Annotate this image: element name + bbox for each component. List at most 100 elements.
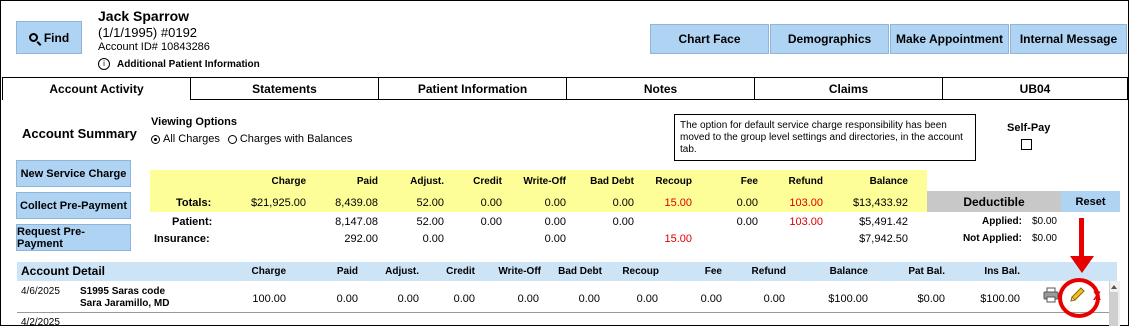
totals-credit: 0.00	[480, 197, 502, 209]
find-button-label: Find	[43, 30, 70, 45]
totals-fee: 0.00	[736, 197, 758, 209]
tab-bar: Account Activity Statements Patient Info…	[2, 77, 1128, 100]
search-icon	[28, 33, 38, 42]
detail-col-bad-debt: Bad Debt	[558, 266, 602, 277]
self-pay-checkbox[interactable]	[1021, 139, 1032, 150]
patient-balance: $5,491.42	[859, 216, 908, 228]
internal-message-button[interactable]: Internal Message	[1010, 24, 1127, 54]
make-appointment-button[interactable]: Make Appointment	[890, 24, 1009, 54]
detail-col-write-off: Write-Off	[498, 266, 541, 277]
detail-col-pat-bal: Pat Bal.	[908, 266, 945, 277]
detail-col-ins-bal: Ins Bal.	[984, 266, 1020, 277]
viewing-options-label: Viewing Options	[151, 116, 237, 128]
patient-bad-debt: 0.00	[612, 216, 634, 228]
totals-label: Totals:	[176, 197, 212, 209]
detail-col-credit: Credit	[446, 266, 475, 277]
detail-row-pat-bal: $0.00	[917, 293, 945, 305]
col-bad-debt: Bad Debt	[590, 176, 634, 187]
tab-notes[interactable]: Notes	[567, 77, 755, 100]
self-pay-label: Self-Pay	[1007, 122, 1051, 134]
detail-row-code[interactable]: S1995 Saras code	[80, 286, 165, 297]
collect-pre-payment-button[interactable]: Collect Pre-Payment	[16, 192, 131, 219]
col-credit: Credit	[473, 176, 502, 187]
detail-row-write-off: 0.00	[517, 293, 539, 305]
detail-row-paid: 0.00	[336, 293, 358, 305]
detail-col-fee: Fee	[704, 266, 722, 277]
col-recoup: Recoup	[655, 176, 692, 187]
new-service-charge-button[interactable]: New Service Charge	[16, 160, 131, 187]
totals-charge: $21,925.00	[250, 197, 306, 209]
col-paid: Paid	[356, 176, 378, 187]
applied-label: Applied:	[982, 216, 1022, 227]
detail-row-date-2: 4/2/2025	[21, 317, 60, 328]
account-detail-title: Account Detail	[21, 264, 106, 278]
patient-row-label: Patient:	[172, 216, 213, 228]
charges-with-balances-label: Charges with Balances	[239, 133, 353, 145]
totals-adjust: 52.00	[416, 197, 444, 209]
col-adjust: Adjust.	[410, 176, 444, 187]
totals-bad-debt: 0.00	[612, 197, 634, 209]
demographics-button[interactable]: Demographics	[770, 24, 889, 54]
row-separator	[17, 312, 1109, 313]
detail-row-date: 4/6/2025	[21, 286, 60, 297]
detail-row-adjust: 0.00	[397, 293, 419, 305]
tab-claims[interactable]: Claims	[755, 77, 943, 100]
tab-statements[interactable]: Statements	[191, 77, 379, 100]
detail-col-paid: Paid	[336, 266, 358, 277]
detail-col-balance: Balance	[829, 266, 868, 277]
totals-balance: $13,433.92	[852, 197, 908, 209]
col-refund: Refund	[788, 176, 823, 187]
detail-row-bad-debt: 0.00	[578, 293, 600, 305]
col-fee: Fee	[740, 176, 758, 187]
totals-write-off: 0.00	[544, 197, 566, 209]
col-balance: Balance	[869, 176, 908, 187]
account-summary-title: Account Summary	[22, 126, 137, 141]
patient-name: Jack Sparrow	[98, 8, 190, 24]
patient-fee: 0.00	[736, 216, 758, 228]
tab-ub04[interactable]: UB04	[943, 77, 1128, 100]
reset-button[interactable]: Reset	[1061, 191, 1120, 212]
detail-row-fee: 0.00	[700, 293, 722, 305]
charges-with-balances-radio[interactable]	[227, 134, 237, 144]
detail-row-balance: $100.00	[828, 293, 868, 305]
col-charge: Charge	[271, 176, 306, 187]
tab-account-activity[interactable]: Account Activity	[2, 77, 191, 100]
responsibility-notice: The option for default service charge re…	[674, 114, 976, 161]
scroll-up-icon[interactable]	[1111, 285, 1117, 289]
deductible-header: Deductible	[927, 191, 1061, 212]
col-write-off: Write-Off	[523, 176, 566, 187]
all-charges-radio[interactable]	[151, 134, 160, 144]
patient-credit: 0.00	[480, 216, 502, 228]
detail-col-charge: Charge	[251, 266, 286, 277]
insurance-adjust: 0.00	[422, 233, 444, 245]
tab-patient-information[interactable]: Patient Information	[379, 77, 567, 100]
find-button[interactable]: Find	[16, 21, 82, 54]
chart-face-button[interactable]: Chart Face	[650, 24, 769, 54]
patient-account-id: Account ID# 10843286	[98, 41, 210, 53]
annotation-arrow-shaft	[1079, 218, 1084, 258]
all-charges-label: All Charges	[163, 133, 220, 145]
not-applied-value: $0.00	[1031, 233, 1057, 244]
detail-row-credit: 0.00	[453, 293, 475, 305]
patient-paid: 8,147.08	[335, 216, 378, 228]
insurance-recoup: 15.00	[664, 233, 692, 245]
insurance-row-label: Insurance:	[154, 233, 210, 245]
annotation-circle	[1058, 278, 1100, 318]
detail-row-recoup: 0.00	[636, 293, 658, 305]
insurance-paid: 292.00	[344, 233, 378, 245]
additional-info-link[interactable]: i Additional Patient Information	[98, 58, 260, 70]
detail-row-refund: 0.00	[763, 293, 785, 305]
not-applied-label: Not Applied:	[962, 233, 1022, 244]
annotation-arrow-head	[1070, 256, 1094, 273]
applied-value: $0.00	[1031, 216, 1057, 227]
detail-col-recoup: Recoup	[622, 266, 659, 277]
patient-dob: (1/1/1995) #0192	[98, 25, 198, 40]
print-icon[interactable]	[1043, 287, 1059, 306]
patient-adjust: 52.00	[416, 216, 444, 228]
detail-row-charge: 100.00	[252, 293, 286, 305]
scroll-thumb[interactable]	[1110, 292, 1118, 326]
info-icon: i	[98, 58, 110, 70]
request-pre-payment-button[interactable]: Request Pre-Payment	[16, 224, 131, 251]
tab-divider	[191, 99, 1127, 100]
totals-refund: 103.00	[789, 197, 823, 209]
